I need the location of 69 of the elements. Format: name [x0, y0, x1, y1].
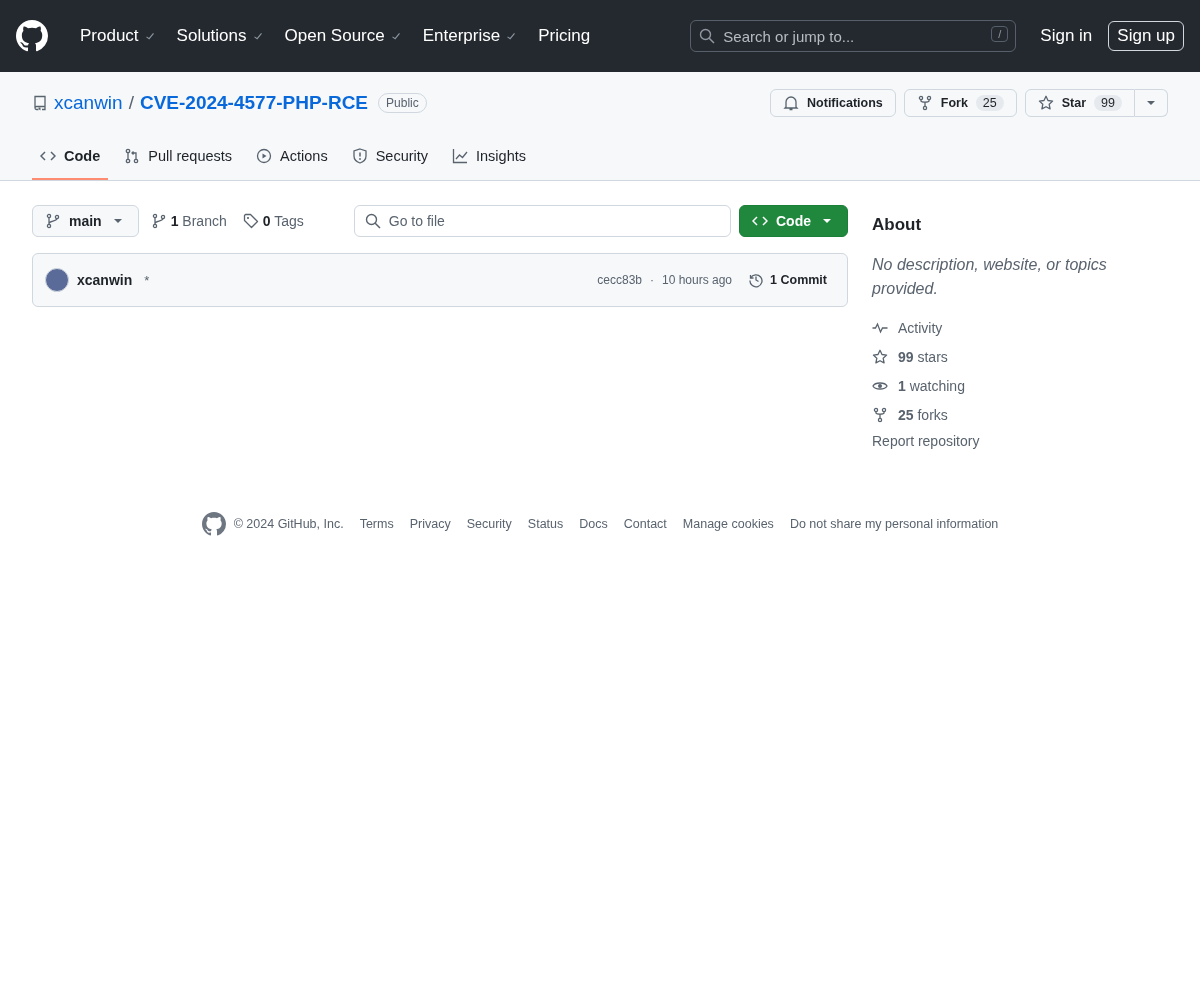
star-button[interactable]: Star 99 [1024, 89, 1135, 117]
history-icon [748, 272, 765, 288]
repo-tab[interactable]: Code [32, 134, 109, 180]
sign-in-link[interactable]: Sign in [1032, 20, 1101, 52]
about-link[interactable]: 25 forks [872, 400, 1168, 429]
footer-link[interactable]: Contact [623, 517, 667, 531]
commit-author[interactable]: xcanwin [77, 272, 133, 288]
tag-icon [242, 213, 259, 229]
about-link[interactable]: 1 watching [872, 371, 1168, 400]
search-icon [364, 213, 381, 229]
shield-icon [351, 148, 368, 164]
play-icon [256, 148, 273, 164]
star-icon [1037, 95, 1054, 111]
avatar [45, 268, 69, 292]
footer-link[interactable]: Privacy [409, 517, 451, 531]
footer-link[interactable]: Security [466, 517, 512, 531]
github-logo[interactable] [16, 20, 48, 52]
tags-link[interactable]: 0 Tags [238, 213, 308, 229]
footer-link[interactable]: Do not share my personal information [789, 517, 999, 531]
repo-name-link[interactable]: CVE-2024-4577-PHP-RCE [139, 92, 369, 114]
branches-count: 1 Branch [170, 213, 227, 229]
footer-link[interactable]: Docs [579, 517, 608, 531]
nav-link[interactable]: Open Source [276, 20, 411, 52]
repo-tab[interactable]: Security [343, 134, 437, 180]
repo-tab[interactable]: Actions [248, 134, 336, 180]
footer-link[interactable]: Manage cookies [682, 517, 774, 531]
nav-link[interactable]: Product [72, 20, 165, 52]
repo-tab[interactable]: Insights [444, 134, 534, 180]
sign-up-button[interactable]: Sign up [1108, 21, 1184, 51]
shortcut-key: / [991, 26, 1009, 42]
footer-link[interactable]: Status [527, 517, 564, 531]
tags-count: 0 Tags [262, 213, 304, 229]
copyright-text: © 2024 GitHub, Inc. [233, 517, 344, 531]
bell-icon [783, 95, 800, 111]
branch-icon [150, 213, 167, 229]
commit-hash[interactable]: cecc83b [597, 273, 642, 287]
about-link[interactable]: 99 stars [872, 342, 1168, 371]
pull-request-icon [124, 148, 141, 164]
notifications-button[interactable]: Notifications [770, 89, 896, 117]
star-icon [872, 348, 888, 365]
fork-count: 25 [975, 95, 1004, 111]
code-button[interactable]: Code [739, 205, 848, 237]
fork-icon [872, 406, 888, 423]
path-separator: / [128, 92, 134, 114]
graph-icon [452, 148, 469, 164]
star-count: 99 [1094, 95, 1122, 111]
separator-dot: · [650, 273, 654, 287]
nav-link[interactable]: Enterprise [414, 20, 527, 52]
footer-link[interactable]: Terms [359, 517, 394, 531]
about-link[interactable]: Activity [872, 313, 1168, 342]
owner-link[interactable]: xcanwin [54, 92, 123, 114]
commit-message: * [144, 272, 150, 288]
star-dropdown-button[interactable] [1135, 89, 1168, 117]
commit-time: 10 hours ago [662, 273, 733, 287]
search-icon [699, 28, 716, 44]
nav-link[interactable]: Solutions [168, 20, 273, 52]
fork-button[interactable]: Fork 25 [903, 89, 1017, 117]
about-description: No description, website, or topics provided. [872, 255, 1108, 299]
repo-tab[interactable]: Pull requests [116, 134, 241, 180]
about-heading: About [872, 215, 923, 235]
report-link[interactable]: Report repository [872, 433, 980, 449]
branches-link[interactable]: 1 Branch [146, 213, 231, 229]
commits-link[interactable]: 1 Commit [748, 272, 827, 288]
branch-icon [45, 213, 61, 229]
go-to-file-field[interactable]: Go to file [353, 205, 731, 237]
branch-selector[interactable]: main [32, 205, 139, 237]
nav-link[interactable]: Pricing [530, 20, 599, 52]
fork-icon [916, 95, 933, 111]
repo-icon [32, 95, 48, 111]
